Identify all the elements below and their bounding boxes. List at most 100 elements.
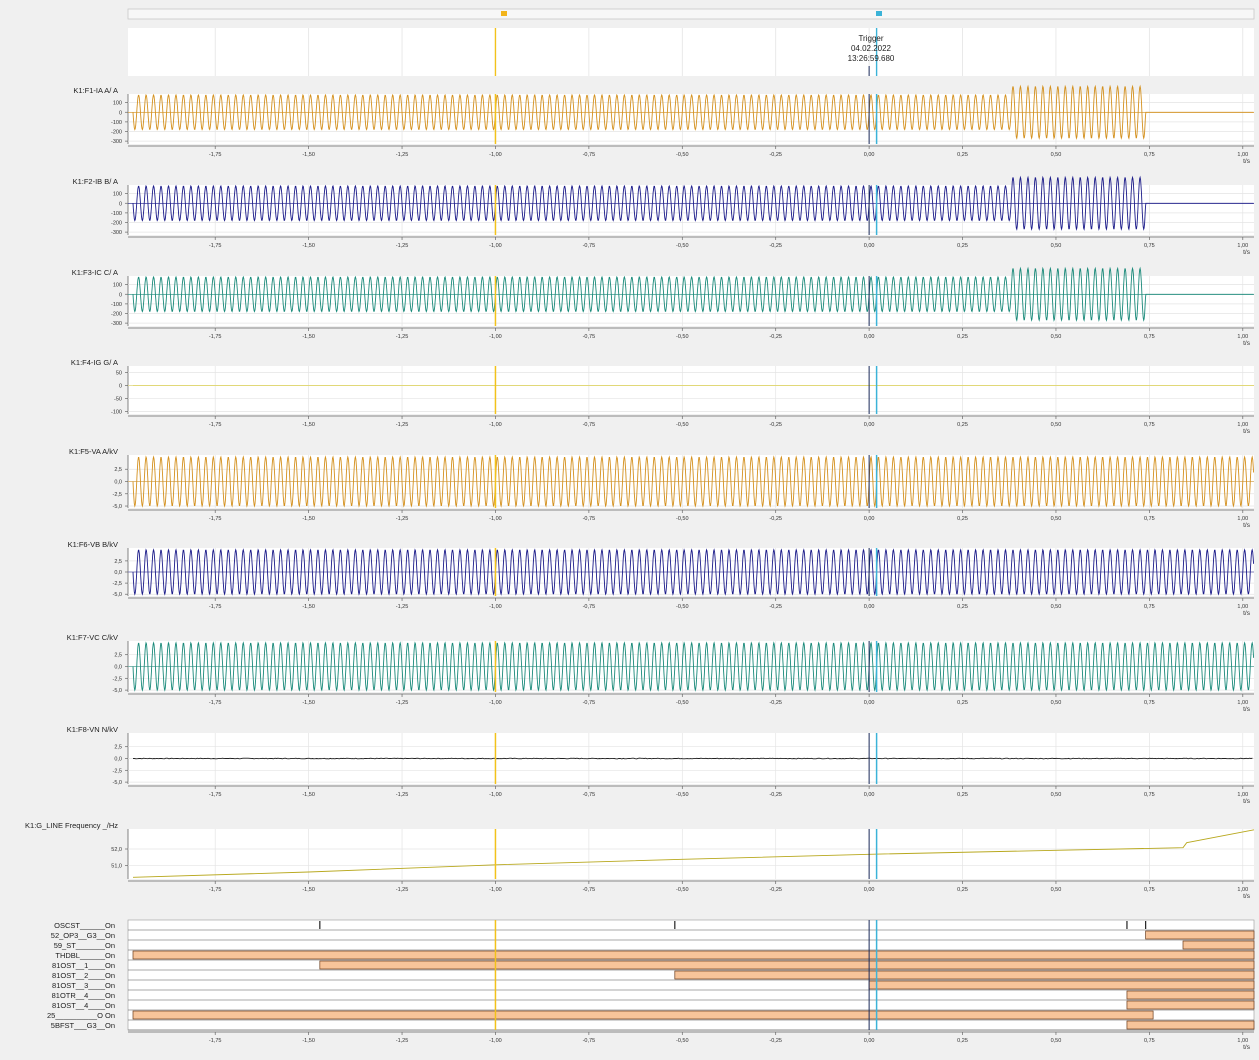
channel-title: K1:F1-IA A/ A (73, 86, 118, 95)
channel-title: K1:F4-IG G/ A (71, 358, 118, 367)
time-tick-label: -1,00 (489, 516, 502, 522)
y-tick-label: -2,5 (113, 581, 122, 587)
time-tick-label: -1,00 (489, 792, 502, 798)
time-tick-label: 0,00 (864, 516, 875, 522)
time-tick-label: -0,25 (769, 700, 782, 706)
y-tick-label: 0 (119, 201, 122, 207)
time-tick-label: -1,25 (396, 792, 409, 798)
time-tick-label: -1,50 (302, 152, 315, 158)
y-tick-label: 0,0 (114, 480, 122, 486)
time-tick-label: 0,00 (864, 243, 875, 249)
time-tick-label: -1,25 (396, 604, 409, 610)
time-tick-label: -1,50 (302, 887, 315, 893)
time-tick-label: 0,25 (957, 604, 968, 610)
time-tick-label: 0,00 (864, 792, 875, 798)
time-tick-label: 0,25 (957, 334, 968, 340)
y-tick-label: 0,0 (114, 665, 122, 671)
y-tick-label: 2,5 (114, 467, 122, 473)
time-tick-label: 0,25 (957, 887, 968, 893)
time-unit-label: t/s (1243, 428, 1251, 435)
time-tick-label: -1,00 (489, 1038, 502, 1044)
y-tick-label: -200 (111, 221, 122, 227)
time-unit-label: t/s (1243, 340, 1251, 347)
time-tick-label: -0,25 (769, 243, 782, 249)
time-tick-label: -1,50 (302, 1038, 315, 1044)
time-tick-label: -1,75 (209, 243, 222, 249)
time-tick-label: -0,50 (676, 700, 689, 706)
overview-bar[interactable] (127, 8, 1255, 20)
trigger-time: 13:26:59.680 (848, 54, 895, 63)
time-tick-label: 0,00 (864, 700, 875, 706)
y-tick-label: 2,5 (114, 745, 122, 751)
digital-signal-label: 5BFST___G3__On (51, 1021, 115, 1030)
plot-area-8 (128, 829, 1254, 879)
y-tick-label: -5,0 (113, 688, 122, 694)
time-tick-label: 0,75 (1144, 1038, 1155, 1044)
time-tick-label: -0,75 (583, 152, 596, 158)
time-tick-label: -0,25 (769, 422, 782, 428)
time-unit-label: t/s (1243, 706, 1251, 713)
y-tick-label: -2,5 (113, 768, 122, 774)
y-tick-label: 52,0 (111, 847, 122, 853)
time-tick-label: 0,75 (1144, 334, 1155, 340)
y-tick-label: -5,0 (113, 780, 122, 786)
time-tick-label: -1,00 (489, 152, 502, 158)
y-tick-label: -300 (111, 139, 122, 145)
time-unit-label: t/s (1243, 158, 1251, 165)
time-tick-label: -1,25 (396, 152, 409, 158)
time-tick-label: 0,50 (1051, 887, 1062, 893)
time-tick-label: -1,00 (489, 700, 502, 706)
time-tick-label: -1,00 (489, 243, 502, 249)
time-tick-label: -0,25 (769, 334, 782, 340)
time-tick-label: -0,75 (583, 887, 596, 893)
digital-on-bar-3-0 (132, 950, 1255, 960)
time-tick-label: -1,75 (209, 516, 222, 522)
time-tick-label: 0,75 (1144, 152, 1155, 158)
channel-title: K1:F5-VA A/kV (69, 447, 118, 456)
digital-signal-label: 59_ST_______On (54, 941, 115, 950)
y-tick-label: 0,0 (114, 757, 122, 763)
time-tick-label: 0,25 (957, 1038, 968, 1044)
time-unit-label: t/s (1243, 249, 1251, 256)
time-tick-label: -1,50 (302, 792, 315, 798)
oscillograph-svg: Trigger 04.02.2022 13:26:59.680 K1:F1-IA… (0, 0, 1259, 1055)
time-tick-label: 0,00 (864, 887, 875, 893)
time-tick-label: -1,75 (209, 887, 222, 893)
channel-title: K1:F6-VB B/kV (68, 540, 118, 549)
time-unit-label: t/s (1243, 610, 1251, 617)
time-tick-label: -1,75 (209, 604, 222, 610)
time-tick-label: -1,75 (209, 422, 222, 428)
y-tick-label: -200 (111, 130, 122, 136)
time-tick-label: 0,50 (1051, 152, 1062, 158)
time-tick-label: 0,50 (1051, 422, 1062, 428)
time-tick-label: -0,50 (676, 604, 689, 610)
time-tick-label: -0,25 (769, 516, 782, 522)
time-tick-label: 0,50 (1051, 700, 1062, 706)
time-tick-label: -1,25 (396, 243, 409, 249)
y-tick-label: -2,5 (113, 676, 122, 682)
trigger-title: Trigger (858, 34, 883, 43)
time-tick-label: -1,75 (209, 1038, 222, 1044)
time-tick-label: -1,25 (396, 516, 409, 522)
trigger-date: 04.02.2022 (851, 44, 892, 53)
overview-cursor-a-marker[interactable] (501, 11, 507, 16)
overview-cursor-b-marker[interactable] (876, 11, 882, 16)
y-tick-label: 2,5 (114, 653, 122, 659)
time-tick-label: -0,50 (676, 792, 689, 798)
digital-on-bar-7-0 (1126, 990, 1255, 1000)
oscillograph-view: Trigger 04.02.2022 13:26:59.680 K1:F1-IA… (0, 0, 1259, 1055)
time-tick-label: -1,00 (489, 334, 502, 340)
y-tick-label: -300 (111, 321, 122, 327)
time-unit-label: t/s (1243, 798, 1251, 805)
channel-title: K1:G_LINE Frequency _/Hz (25, 821, 118, 830)
time-tick-label: 0,50 (1051, 604, 1062, 610)
y-tick-label: -50 (114, 396, 122, 402)
digital-on-bar-9-0 (132, 1010, 1154, 1020)
time-tick-label: -1,00 (489, 422, 502, 428)
y-tick-label: -300 (111, 230, 122, 236)
y-tick-label: 50 (116, 370, 122, 376)
y-tick-label: 2,5 (114, 559, 122, 565)
time-tick-label: 0,25 (957, 700, 968, 706)
y-tick-label: 100 (113, 283, 122, 289)
y-tick-label: -100 (111, 302, 122, 308)
